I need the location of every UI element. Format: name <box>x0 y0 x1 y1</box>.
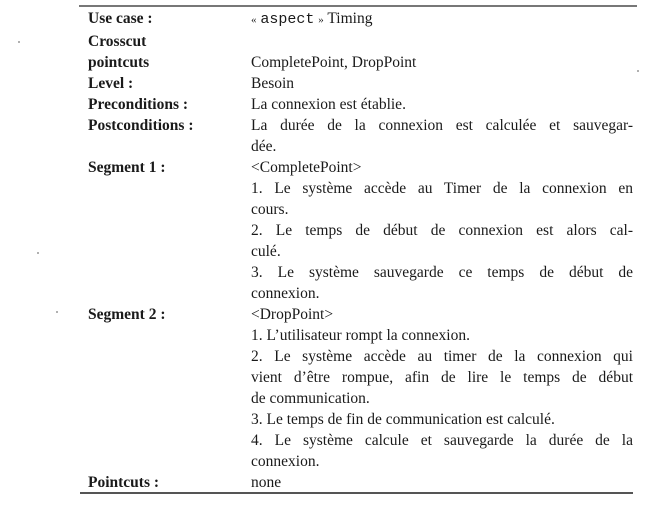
text-line: vient d’être rompue, afin de lire le tem… <box>251 369 633 386</box>
label-pointcuts: pointcuts <box>88 54 150 71</box>
row-use-case: Use case : « aspect » Timing <box>88 8 633 31</box>
value-pointcuts-list: CompletePoint, DropPoint <box>251 54 417 71</box>
text-line: dée. <box>251 138 277 155</box>
label-crosscut: Crosscut <box>88 33 147 50</box>
value-postconditions: La durée de la connexion est calculée et… <box>251 115 633 157</box>
scan-speck <box>37 252 39 254</box>
label-pointcuts-final: Pointcuts : <box>88 474 160 491</box>
scan-speck <box>56 311 58 313</box>
row-segment-2: Segment 2 : <DropPoint> 1. L’utilisateur… <box>88 304 633 472</box>
table-bottom-rule <box>80 492 633 494</box>
value-pointcuts-final: none <box>251 474 282 491</box>
text-line: de communication. <box>251 390 370 407</box>
row-segment-1: Segment 1 : <CompletePoint> 1. Le systèm… <box>88 157 633 304</box>
value-segment-2: <DropPoint> 1. L’utilisateur rompt la co… <box>251 304 633 472</box>
text-line: 2. Le temps de début de connexion est al… <box>251 222 633 239</box>
value-preconditions: La connexion est établie. <box>251 96 406 113</box>
text-line: 3. Le système sauvegarde ce temps de déb… <box>251 264 633 281</box>
label-segment-2: Segment 2 : <box>88 306 166 323</box>
text-line: connexion. <box>251 285 320 302</box>
value-crosscut <box>251 31 633 52</box>
row-postconditions: Postconditions : La durée de la connexio… <box>88 115 633 157</box>
label-postconditions: Postconditions : <box>88 117 194 134</box>
label-level: Level : <box>88 75 134 92</box>
row-preconditions: Preconditions : La connexion est établie… <box>88 94 633 115</box>
use-case-table: Use case : « aspect » Timing Crosscut po… <box>88 8 633 493</box>
text-line: 2. Le système accède au timer de la conn… <box>251 348 633 365</box>
text-line: 4. Le système calcule et sauvegarde la d… <box>251 432 633 449</box>
text-line: 3. Le temps de fin de communication est … <box>251 411 555 428</box>
label-segment-1: Segment 1 : <box>88 159 166 176</box>
row-pointcuts: Pointcuts : none <box>88 472 633 493</box>
label-use-case: Use case : <box>88 10 153 27</box>
text-line: 1. L’utilisateur rompt la connexion. <box>251 327 470 344</box>
row-crosscut: Crosscut <box>88 31 633 52</box>
stereotype-aspect: aspect <box>260 11 315 28</box>
label-preconditions: Preconditions : <box>88 96 189 113</box>
text-line: La durée de la connexion est calculée et… <box>251 117 633 134</box>
row-level: Level : Besoin <box>88 73 633 94</box>
scan-speck <box>18 41 20 43</box>
text-line: 1. Le système accède au Timer de la conn… <box>251 180 633 197</box>
row-pointcuts-list: pointcuts CompletePoint, DropPoint <box>88 52 633 73</box>
value-level: Besoin <box>251 75 295 92</box>
table-top-rule <box>79 5 637 7</box>
guillemet-open: « <box>251 14 257 26</box>
guillemet-close: » <box>318 14 324 26</box>
value-use-case: « aspect » Timing <box>251 8 633 31</box>
text-line: <CompletePoint> <box>251 159 362 176</box>
text-line: <DropPoint> <box>251 306 334 323</box>
use-case-name: Timing <box>327 10 373 27</box>
text-line: cours. <box>251 201 289 218</box>
text-line: culé. <box>251 243 281 260</box>
scan-speck <box>637 70 639 72</box>
text-line: connexion. <box>251 453 320 470</box>
value-segment-1: <CompletePoint> 1. Le système accède au … <box>251 157 633 304</box>
